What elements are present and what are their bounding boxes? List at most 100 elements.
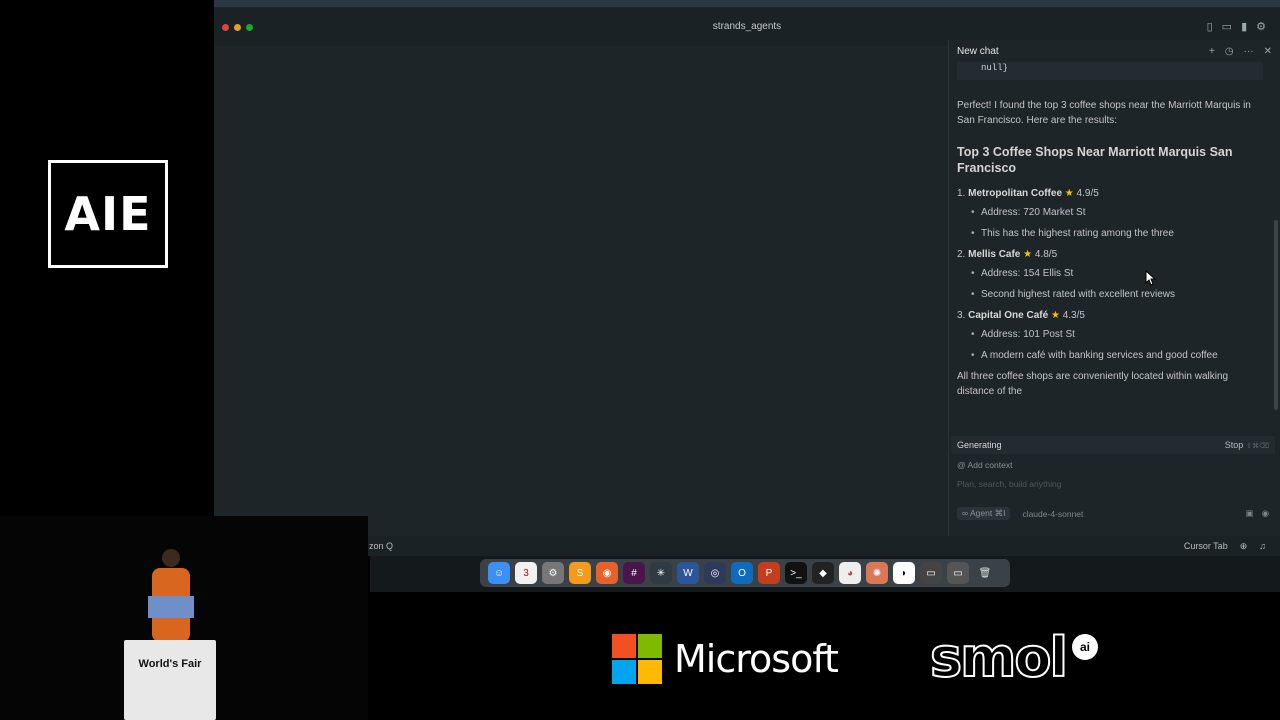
code-block-tail: null} (957, 62, 1263, 80)
star-icon: ★ (1064, 188, 1074, 199)
microsoft-logo: Microsoft (612, 634, 839, 684)
agent-mode-selector[interactable]: ∞ Agent ⌘I (957, 507, 1011, 520)
slack-icon[interactable]: # (623, 562, 645, 584)
message-heading: Top 3 Coffee Shops Near Marriott Marquis… (957, 145, 1233, 175)
outlook-icon[interactable]: O (731, 562, 753, 584)
globe-icon[interactable]: ◎ (704, 562, 726, 584)
send-icon[interactable]: ◉ (1262, 508, 1269, 519)
infinity-icon: ∞ (962, 508, 969, 518)
cursor-app-icon[interactable]: ◆ (812, 562, 834, 584)
chrome-icon[interactable]: ◕ (839, 562, 861, 584)
chat-header: New chat + ◷ ··· ✕ (949, 40, 1280, 62)
list-item: 3. Capital One Café ★ 4.3/5 Address: 101… (957, 308, 1263, 363)
stop-button[interactable]: Stop ⇧⌘⌫ (1225, 440, 1269, 450)
microsoft-wordmark: Microsoft (674, 637, 839, 681)
chat-scrollbar[interactable] (1274, 220, 1278, 410)
message-closing: All three coffee shops are conveniently … (957, 371, 1229, 397)
star-icon: ★ (1023, 249, 1033, 260)
composer: Generating Stop ⇧⌘⌫ @ Add context Plan, s… (951, 436, 1275, 532)
shortcut-icon: ⇧⌘⌫ (1246, 443, 1269, 450)
shop-number: 1. (957, 188, 966, 199)
aie-logo: AIE (48, 160, 168, 268)
shop-number: 2. (957, 249, 966, 260)
trash-icon[interactable]: 🗑 (974, 562, 996, 584)
shortcut-icon: ⌘I (994, 508, 1006, 518)
layout-toolbar: ▯ ▭ ▮ ⚙ (1207, 20, 1266, 33)
zoom-icon[interactable]: ⊕ (1240, 541, 1248, 552)
smol-ai-badge: ai (1072, 634, 1098, 660)
shop-bullet: This has the highest rating among the th… (971, 226, 1263, 241)
shop-bullet: Address: 101 Post St (971, 327, 1263, 342)
shop-number: 3. (957, 310, 966, 321)
finder-icon[interactable]: ☺ (488, 562, 510, 584)
shop-bullet: Address: 154 Ellis St (971, 266, 1263, 281)
mouse-cursor-icon (1145, 270, 1157, 286)
star-icon: ★ (1050, 310, 1060, 321)
shop-bullet: Address: 720 Market St (971, 205, 1263, 220)
coffee-shop-list: 1. Metropolitan Coffee ★ 4.9/5 Address: … (957, 186, 1263, 363)
history-icon[interactable]: ◷ (1225, 46, 1234, 57)
status-bar: zon Q Cursor Tab ⊕ ♫ (214, 536, 1280, 556)
window-thumbnail-icon[interactable]: ▭ (920, 562, 942, 584)
ms-square (612, 660, 636, 684)
message-intro: Perfect! I found the top 3 coffee shops … (957, 100, 1251, 126)
toggle-sidebar-icon[interactable]: ▯ (1207, 20, 1213, 33)
speaker-figure (148, 549, 194, 642)
toggle-panel-icon[interactable]: ▭ (1222, 20, 1232, 33)
podium (124, 640, 216, 720)
claude-icon[interactable]: ✺ (866, 562, 888, 584)
more-options-icon[interactable]: ··· (1244, 46, 1254, 57)
shop-bullet: A modern café with banking services and … (971, 348, 1263, 363)
window-thumbnail-icon[interactable]: ▭ (947, 562, 969, 584)
calendar-icon[interactable]: 3 (515, 562, 537, 584)
generating-status: Generating (957, 440, 1002, 450)
settings-gear-icon[interactable]: ⚙ (1256, 20, 1266, 33)
toggle-aux-bar-icon[interactable]: ▮ (1241, 20, 1247, 33)
word-icon[interactable]: W (677, 562, 699, 584)
perplexity-icon[interactable]: ✳ (650, 562, 672, 584)
powerpoint-icon[interactable]: P (758, 562, 780, 584)
shop-bullet: Second highest rated with excellent revi… (971, 287, 1263, 302)
podium-label: World's Fair (138, 658, 202, 670)
shop-name: Metropolitan Coffee (968, 188, 1063, 199)
agent-row: ∞ Agent ⌘I claude-4-sonnet ▣ ◉ (951, 507, 1275, 520)
cursor-tab-status[interactable]: Cursor Tab (1184, 541, 1228, 551)
list-item: 1. Metropolitan Coffee ★ 4.9/5 Address: … (957, 186, 1263, 241)
at-sign-icon: @ (957, 460, 966, 470)
assistant-message: Perfect! I found the top 3 coffee shops … (957, 98, 1263, 415)
sublime-text-icon[interactable]: S (569, 562, 591, 584)
shop-rating: 4.3/5 (1062, 310, 1085, 321)
macos-dock: ☺ 3 ⚙ S ◉ # ✳ W ◎ O P >_ ◆ ◕ ✺ ◗ ▭ ▭ 🗑 (480, 559, 1010, 587)
notifications-bell-icon[interactable]: ♫ (1259, 541, 1266, 551)
generating-bar: Generating Stop ⇧⌘⌫ (951, 436, 1275, 454)
window-title: strands_agents (712, 21, 782, 32)
agent-label: Agent (969, 508, 993, 518)
ms-square (638, 634, 662, 658)
smol-wordmark: smol (929, 625, 1069, 690)
terminal-icon[interactable]: >_ (785, 562, 807, 584)
add-context-label: Add context (967, 460, 1013, 470)
github-icon[interactable]: ◗ (893, 562, 915, 584)
system-settings-icon[interactable]: ⚙ (542, 562, 564, 584)
chat-title: New chat (957, 45, 999, 57)
shop-rating: 4.8/5 (1034, 249, 1058, 260)
stop-label: Stop (1224, 440, 1244, 450)
close-panel-icon[interactable]: ✕ (1264, 46, 1272, 57)
microsoft-grid-icon (612, 634, 662, 684)
add-context-button[interactable]: @ Add context (951, 460, 1275, 470)
ms-square (638, 660, 662, 684)
ms-square (612, 634, 636, 658)
chat-input[interactable]: Plan, search, build anything (951, 479, 1275, 489)
shop-name: Capital One Café (968, 310, 1049, 321)
model-selector[interactable]: claude-4-sonnet (1022, 509, 1083, 519)
screen-capture: strands_agents ▯ ▭ ▮ ⚙ New chat + ◷ ··· … (214, 0, 1280, 556)
chat-panel: New chat + ◷ ··· ✕ null} Perfect! I foun… (948, 40, 1280, 536)
shop-name: Mellis Cafe (968, 249, 1021, 260)
editor-area[interactable] (214, 46, 948, 536)
firefox-icon[interactable]: ◉ (596, 562, 618, 584)
image-attach-icon[interactable]: ▣ (1246, 508, 1254, 519)
shop-rating: 4.9/5 (1076, 188, 1099, 199)
mac-menubar (214, 0, 1280, 7)
new-chat-plus-icon[interactable]: + (1209, 46, 1215, 57)
list-item: 2. Mellis Cafe ★ 4.8/5 Address: 154 Elli… (957, 247, 1263, 302)
